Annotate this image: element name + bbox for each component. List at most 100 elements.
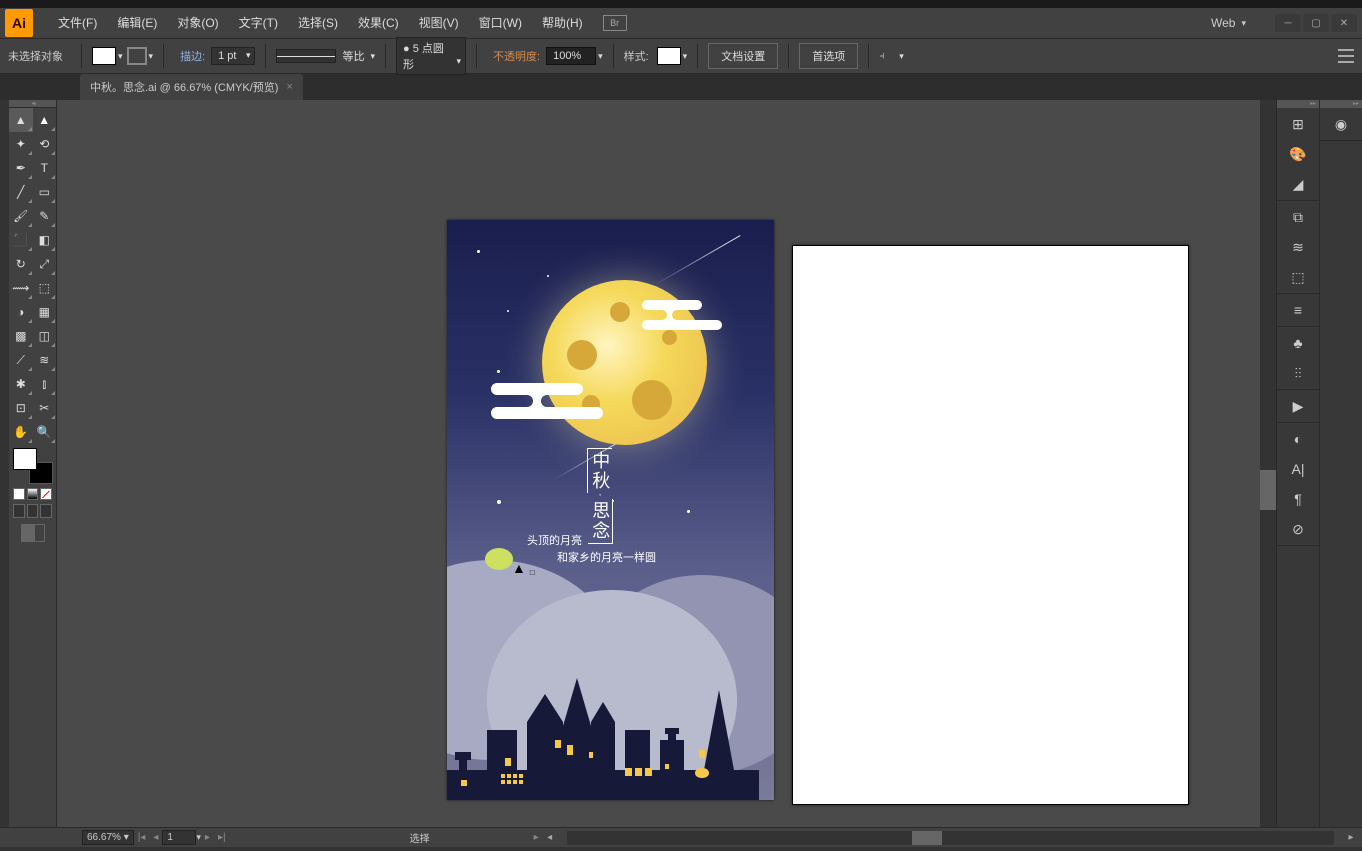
menu-edit[interactable]: 编辑(E) <box>107 8 167 38</box>
symbol-sprayer-tool[interactable]: ✱ <box>9 372 33 396</box>
document-tab[interactable]: 中秋。思念.ai @ 66.67% (CMYK/预览) × <box>80 74 303 100</box>
draw-behind[interactable] <box>27 504 39 518</box>
blend-tool[interactable]: ≋ <box>33 348 57 372</box>
artboard-2[interactable] <box>792 245 1189 805</box>
eyedropper-tool[interactable]: ⟋ <box>9 348 33 372</box>
selection-tool[interactable]: ▲ <box>9 108 33 132</box>
fill-swatch[interactable] <box>92 47 116 65</box>
workspace-switcher[interactable]: Web ▾ <box>1199 14 1258 32</box>
menu-select[interactable]: 选择(S) <box>288 8 348 38</box>
color-guide-panel-icon[interactable]: ◢ <box>1287 174 1309 194</box>
screen-mode[interactable] <box>21 524 45 542</box>
minimize-button[interactable]: ─ <box>1275 14 1301 32</box>
menu-help[interactable]: 帮助(H) <box>532 8 593 38</box>
stroke-swatch[interactable] <box>127 47 147 65</box>
right-panels-dock: ⊞ 🎨 ◢ ⧉ ≋ ⬚ ≡ ♣ ⫶⫶ ▶ ◐ A| ¶ <box>1276 100 1362 838</box>
rectangle-tool[interactable]: ▭ <box>33 180 57 204</box>
free-transform-tool[interactable]: ⬚ <box>33 276 57 300</box>
blob-brush-tool[interactable]: ⬛ <box>9 228 33 252</box>
none-mode[interactable] <box>40 488 52 500</box>
layers-panel-icon[interactable]: ≋ <box>1287 237 1309 257</box>
pencil-tool[interactable]: ✎ <box>33 204 57 228</box>
next-artboard[interactable]: ▸ <box>201 832 214 843</box>
transform-panel-icon[interactable]: ⊘ <box>1287 519 1309 539</box>
menu-object[interactable]: 对象(O) <box>167 8 228 38</box>
gradient-mode[interactable] <box>27 488 39 500</box>
close-button[interactable]: ✕ <box>1331 14 1357 32</box>
color-panel-icon[interactable]: 🎨 <box>1287 144 1309 164</box>
transparency-panel-icon[interactable]: ◐ <box>1287 429 1309 449</box>
dock-collapse-right[interactable] <box>1320 100 1362 108</box>
draw-inside[interactable] <box>40 504 52 518</box>
bridge-icon[interactable]: Br <box>603 15 627 31</box>
preferences-button[interactable]: 首选项 <box>799 43 858 69</box>
fill-stroke-swatches[interactable] <box>13 448 53 484</box>
css-panel-icon[interactable]: ⫶⫶ <box>1287 363 1309 383</box>
brushes-panel-icon[interactable]: ♣ <box>1287 333 1309 353</box>
menu-effect[interactable]: 效果(C) <box>348 8 409 38</box>
appearance-panel-icon[interactable]: ◉ <box>1330 114 1352 134</box>
first-artboard[interactable]: |◂ <box>134 832 150 843</box>
style-swatch[interactable] <box>657 47 681 65</box>
fill-color[interactable] <box>13 448 37 470</box>
artboard-number[interactable]: 1 <box>162 830 196 845</box>
type-tool[interactable]: T <box>33 156 57 180</box>
width-tool[interactable]: ⟿ <box>9 276 33 300</box>
align-icon[interactable]: ⫞ <box>879 49 897 63</box>
artboard-1[interactable]: 中秋·思念 头顶的月亮 和家乡的月亮一样圆 <box>447 220 774 800</box>
stroke-label[interactable]: 描边: <box>174 46 211 66</box>
document-setup-button[interactable]: 文档设置 <box>708 43 778 69</box>
horizontal-scrollbar[interactable] <box>567 831 1334 845</box>
shape-builder-tool[interactable]: ◑ <box>9 300 33 324</box>
dock-collapse-left[interactable] <box>1277 100 1319 108</box>
prev-artboard[interactable]: ◂ <box>149 832 162 843</box>
opacity-input[interactable]: 100% <box>546 47 596 65</box>
mesh-tool[interactable]: ▩ <box>9 324 33 348</box>
paintbrush-tool[interactable]: 🖌 <box>9 204 33 228</box>
lasso-tool[interactable]: ⟲ <box>33 132 57 156</box>
scale-tool[interactable]: ⤢ <box>33 252 57 276</box>
tab-close-icon[interactable]: × <box>286 81 292 93</box>
paragraph-panel-icon[interactable]: ¶ <box>1287 489 1309 509</box>
eraser-tool[interactable]: ◧ <box>33 228 57 252</box>
perspective-tool[interactable]: ▦ <box>33 300 57 324</box>
zoom-level[interactable]: 66.67% ▾ <box>82 830 134 845</box>
swatches-panel-icon[interactable]: ⊞ <box>1287 114 1309 134</box>
line-tool[interactable]: ╱ <box>9 180 33 204</box>
menu-window[interactable]: 窗口(W) <box>469 8 532 38</box>
direct-selection-tool[interactable]: ▲ <box>33 108 57 132</box>
artboards-panel-icon[interactable]: ⬚ <box>1287 267 1309 287</box>
zoom-tool[interactable]: 🔍 <box>33 420 57 444</box>
artboard-tool[interactable]: ⊡ <box>9 396 33 420</box>
menu-bar: Ai 文件(F) 编辑(E) 对象(O) 文字(T) 选择(S) 效果(C) 视… <box>0 8 1362 38</box>
magic-wand-tool[interactable]: ✦ <box>9 132 33 156</box>
menu-type[interactable]: 文字(T) <box>229 8 288 38</box>
stroke-weight-dropdown[interactable]: 1 pt <box>211 47 255 65</box>
tools-panel: ▲▲ ✦⟲ ✒T ╱▭ 🖌✎ ⬛◧ ↻⤢ ⟿⬚ ◑▦ ▩◫ ⟋≋ ✱⫾ ⊡✂ ✋… <box>9 100 57 838</box>
pen-tool[interactable]: ✒ <box>9 156 33 180</box>
vertical-scrollbar[interactable] <box>1260 100 1276 838</box>
color-mode[interactable] <box>13 488 25 500</box>
canvas-area[interactable]: 中秋·思念 头顶的月亮 和家乡的月亮一样圆 <box>57 100 1260 838</box>
stroke-panel-icon[interactable]: ≡ <box>1287 300 1309 320</box>
character-panel-icon[interactable]: A| <box>1287 459 1309 479</box>
controlbar-menu-icon[interactable] <box>1338 49 1354 63</box>
last-artboard[interactable]: ▸| <box>214 832 230 843</box>
maximize-button[interactable]: ▢ <box>1303 14 1329 32</box>
column-graph-tool[interactable]: ⫾ <box>33 372 57 396</box>
actions-panel-icon[interactable]: ▶ <box>1287 396 1309 416</box>
gradient-tool[interactable]: ◫ <box>33 324 57 348</box>
draw-normal[interactable] <box>13 504 25 518</box>
scroll-left[interactable]: ◂ <box>543 832 557 843</box>
brush-dropdown[interactable]: ● 5 点圆形 <box>396 37 466 75</box>
scroll-right[interactable]: ▸ <box>1344 832 1358 843</box>
rotate-tool[interactable]: ↻ <box>9 252 33 276</box>
menu-file[interactable]: 文件(F) <box>48 8 107 38</box>
tools-collapse[interactable] <box>9 100 56 108</box>
symbols-panel-icon[interactable]: ⧉ <box>1287 207 1309 227</box>
menu-view[interactable]: 视图(V) <box>409 8 469 38</box>
hand-tool[interactable]: ✋ <box>9 420 33 444</box>
opacity-label[interactable]: 不透明度: <box>487 46 546 66</box>
stroke-profile[interactable] <box>276 49 336 63</box>
slice-tool[interactable]: ✂ <box>33 396 57 420</box>
